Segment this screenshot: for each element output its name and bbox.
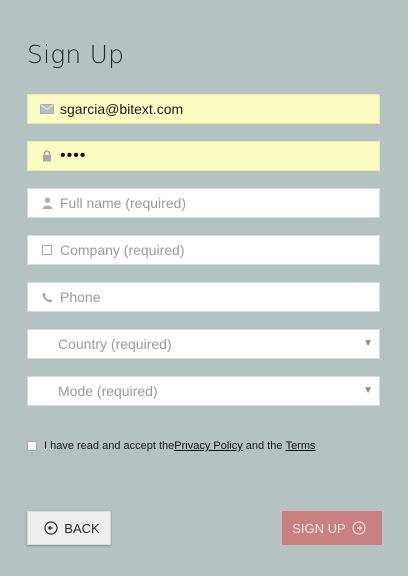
mode-selected-value: Mode (required) (58, 383, 158, 399)
back-button-label: BACK (64, 520, 100, 536)
lock-icon (38, 147, 56, 165)
consent-checkbox[interactable] (27, 441, 37, 451)
terms-link[interactable]: Terms (286, 440, 316, 452)
privacy-policy-link[interactable]: Privacy Policy (174, 440, 242, 452)
country-select[interactable]: Country (required) ▼ (27, 329, 380, 359)
page-title: Sign Up (27, 40, 125, 69)
consent-row: I have read and accept the Privacy Polic… (27, 440, 316, 452)
country-selected-value: Country (required) (58, 336, 172, 352)
company-field[interactable]: Company (required) (27, 235, 380, 265)
arrow-right-circle-icon (346, 521, 372, 535)
full-name-field[interactable]: Full name (required) (27, 188, 380, 218)
phone-field[interactable]: Phone (27, 282, 380, 312)
phone-icon (38, 288, 56, 306)
signup-card: Sign Up sgarcia@bitext.com •••• Full nam… (0, 0, 408, 576)
arrow-left-circle-icon (38, 521, 64, 535)
mode-select[interactable]: Mode (required) ▼ (27, 376, 380, 406)
consent-text-middle: and the (242, 440, 286, 452)
building-icon (38, 241, 56, 259)
password-value: •••• (60, 147, 87, 164)
chevron-down-icon: ▼ (363, 385, 373, 396)
user-icon (38, 194, 56, 212)
email-value: sgarcia@bitext.com (60, 101, 184, 117)
envelope-icon (38, 100, 56, 118)
company-placeholder: Company (required) (60, 242, 185, 258)
password-field[interactable]: •••• (27, 141, 380, 171)
consent-text-prefix: I have read and accept the (44, 440, 175, 452)
full-name-placeholder: Full name (required) (60, 195, 187, 211)
phone-placeholder: Phone (60, 289, 101, 305)
chevron-down-icon: ▼ (363, 338, 373, 349)
back-button[interactable]: BACK (27, 511, 111, 545)
email-field[interactable]: sgarcia@bitext.com (27, 94, 380, 124)
signup-button-label: SIGN UP (292, 520, 346, 536)
signup-button[interactable]: SIGN UP (282, 511, 382, 545)
